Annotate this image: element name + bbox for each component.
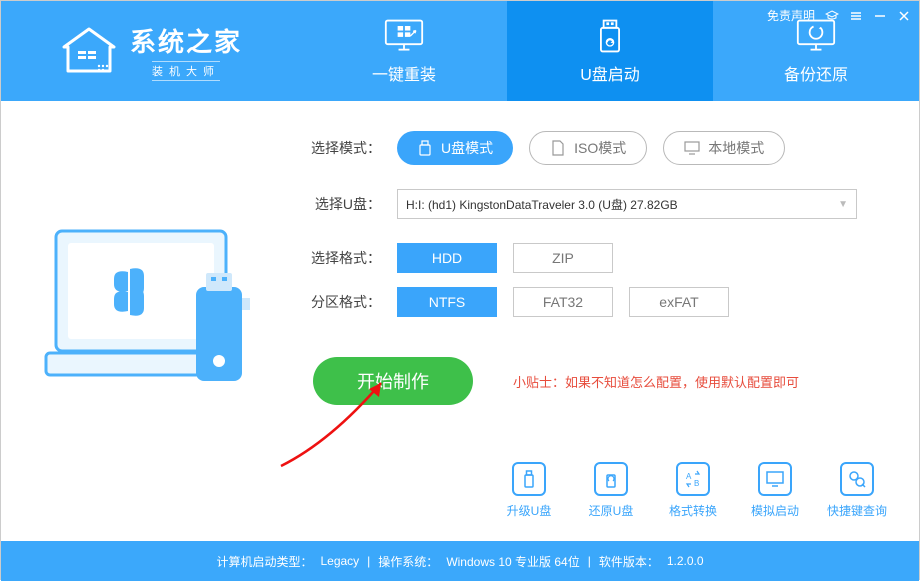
reinstall-icon [384, 17, 424, 55]
tab-label: 一键重装 [372, 61, 436, 85]
partition-label: 分区格式： [301, 292, 381, 312]
chevron-down-icon: ▼ [838, 199, 848, 210]
boot-type-value: Legacy [320, 554, 359, 568]
illustration-panel [1, 101, 301, 541]
os-label: 操作系统： [378, 553, 438, 570]
boot-type-label: 计算机启动类型： [216, 553, 312, 570]
graduation-icon[interactable] [825, 9, 839, 23]
usb-select-label: 选择U盘： [301, 194, 381, 214]
format-hdd-button[interactable]: HDD [397, 243, 497, 273]
os-value: Windows 10 专业版 64位 [446, 553, 579, 570]
version-value: 1.2.0.0 [667, 554, 704, 568]
house-logo-icon [60, 27, 118, 75]
usb-icon [417, 140, 433, 156]
header: 系统之家 装机大师 一键重装 U盘启动 备份还原 免责声明 [1, 1, 919, 101]
qa-label: 还原U盘 [589, 502, 634, 519]
mode-usb-button[interactable]: U盘模式 [397, 131, 513, 165]
partition-exfat-button[interactable]: exFAT [629, 287, 729, 317]
tab-usb-boot[interactable]: U盘启动 [507, 1, 713, 101]
tab-label: 备份还原 [784, 61, 848, 85]
quick-actions: 升级U盘 还原U盘 AB 格式转换 模拟启动 快捷键查询 [497, 462, 889, 519]
qa-restore-usb[interactable]: 还原U盘 [579, 462, 643, 519]
mode-label-text: 本地模式 [708, 138, 764, 158]
qa-label: 格式转换 [669, 502, 717, 519]
format-label: 选择格式： [301, 248, 381, 268]
start-row: 开始制作 小贴士：如果不知道怎么配置，使用默认配置即可 [301, 357, 879, 405]
version-label: 软件版本： [599, 553, 659, 570]
qa-simulate-boot[interactable]: 模拟启动 [743, 462, 807, 519]
mode-label-text: U盘模式 [441, 138, 493, 158]
menu-icon[interactable] [849, 9, 863, 23]
qa-format-convert[interactable]: AB 格式转换 [661, 462, 725, 519]
disclaimer-link[interactable]: 免责声明 [767, 7, 815, 24]
mode-iso-button[interactable]: ISO模式 [529, 131, 647, 165]
format-zip-button[interactable]: ZIP [513, 243, 613, 273]
svg-text:B: B [694, 479, 699, 488]
mode-row: 选择模式： U盘模式 ISO模式 本地模式 [301, 131, 879, 165]
footer: 计算机启动类型： Legacy | 操作系统： Windows 10 专业版 6… [1, 541, 919, 581]
close-icon[interactable] [897, 9, 911, 23]
iso-file-icon [550, 140, 566, 156]
mode-label-text: ISO模式 [574, 138, 626, 158]
restore-usb-icon [594, 462, 628, 496]
partition-fat32-button[interactable]: FAT32 [513, 287, 613, 317]
qa-label: 升级U盘 [507, 502, 552, 519]
qa-upgrade-usb[interactable]: 升级U盘 [497, 462, 561, 519]
mode-local-button[interactable]: 本地模式 [663, 131, 785, 165]
usb-boot-icon [590, 17, 630, 55]
laptop-usb-illustration-icon [36, 221, 266, 421]
mode-label: 选择模式： [301, 138, 381, 158]
logo-title: 系统之家 [130, 22, 242, 59]
usb-select-row: 选择U盘： H:I: (hd1) KingstonDataTraveler 3.… [301, 189, 879, 219]
minimize-icon[interactable] [873, 9, 887, 23]
partition-row: 分区格式： NTFS FAT32 exFAT [301, 287, 879, 317]
format-convert-icon: AB [676, 462, 710, 496]
qa-label: 模拟启动 [751, 502, 799, 519]
usb-dropdown[interactable]: H:I: (hd1) KingstonDataTraveler 3.0 (U盘)… [397, 189, 857, 219]
simulate-boot-icon [758, 462, 792, 496]
window-controls: 免责声明 [767, 7, 911, 24]
hotkey-lookup-icon [840, 462, 874, 496]
start-button[interactable]: 开始制作 [313, 357, 473, 405]
logo-area: 系统之家 装机大师 [1, 1, 301, 101]
partition-ntfs-button[interactable]: NTFS [397, 287, 497, 317]
qa-hotkey-lookup[interactable]: 快捷键查询 [825, 462, 889, 519]
tab-label: U盘启动 [580, 61, 640, 85]
tip-text: 小贴士：如果不知道怎么配置，使用默认配置即可 [513, 372, 799, 391]
tab-reinstall[interactable]: 一键重装 [301, 1, 507, 101]
format-row: 选择格式： HDD ZIP [301, 243, 879, 273]
svg-text:A: A [686, 472, 692, 481]
upgrade-usb-icon [512, 462, 546, 496]
logo-subtitle: 装机大师 [152, 61, 220, 81]
monitor-icon [684, 140, 700, 156]
usb-selected-value: H:I: (hd1) KingstonDataTraveler 3.0 (U盘)… [406, 196, 678, 213]
qa-label: 快捷键查询 [827, 502, 887, 519]
